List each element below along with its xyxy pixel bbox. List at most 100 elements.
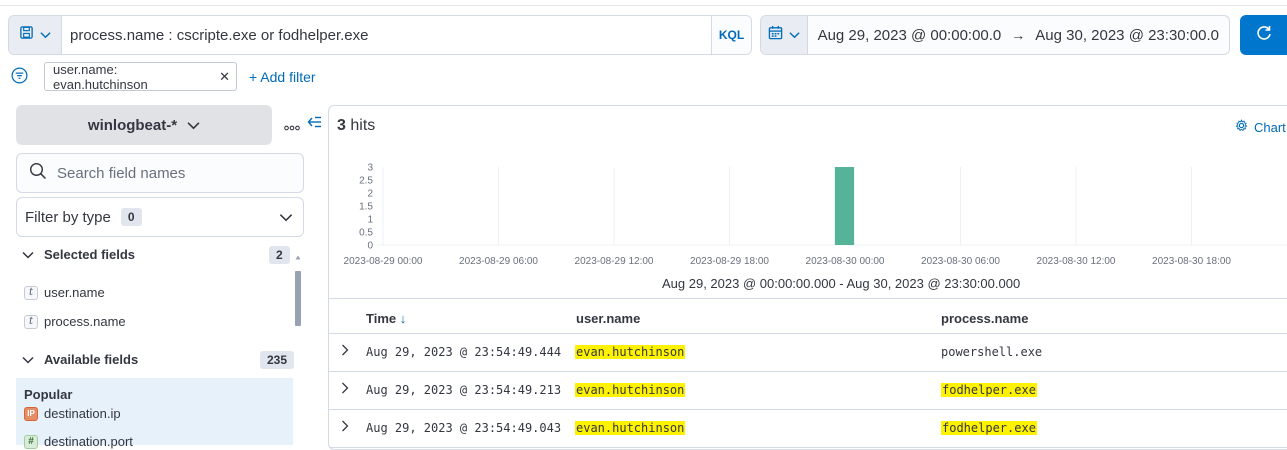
- quick-select-button[interactable]: [761, 16, 808, 54]
- query-input[interactable]: process.name : cscripte.exe or fodhelper…: [62, 16, 711, 54]
- filter-pill-user-name[interactable]: user.name: evan.hutchinson ✕: [44, 61, 237, 92]
- column-header-user-name[interactable]: user.name: [576, 311, 640, 326]
- y-tick-label: 1: [367, 215, 373, 226]
- cell-user-name: evan.hutchinson: [575, 383, 686, 397]
- cell-time: Aug 29, 2023 @ 23:54:49.444: [366, 345, 562, 359]
- x-tick-label: 2023-08-30 06:00: [921, 256, 1000, 267]
- add-filter-button[interactable]: + Add filter: [249, 69, 316, 85]
- chevron-down-icon: [279, 209, 293, 226]
- histogram-bar[interactable]: [834, 167, 855, 245]
- refresh-button[interactable]: [1240, 15, 1287, 55]
- chevron-down-icon: [789, 26, 800, 44]
- cell-user-name: evan.hutchinson: [575, 421, 686, 435]
- cell-process-name: fodhelper.exe: [941, 421, 1037, 435]
- hits-count: 3 hits: [337, 117, 375, 135]
- x-tick-label: 2023-08-29 00:00: [344, 256, 423, 267]
- table-row[interactable]: Aug 29, 2023 @ 23:54:49.444 evan.hutchin…: [329, 334, 1287, 372]
- search-placeholder: Search field names: [57, 164, 186, 182]
- available-fields-toggle[interactable]: Available fields: [22, 352, 138, 367]
- chart-bars: [834, 167, 855, 245]
- field-name: user.name: [44, 285, 105, 300]
- y-tick-label: 2: [367, 189, 373, 200]
- x-tick-label: 2023-08-29 18:00: [690, 256, 769, 267]
- refresh-icon: [1256, 25, 1272, 46]
- close-icon[interactable]: ✕: [219, 69, 230, 85]
- query-bar: process.name : cscripte.exe or fodhelper…: [8, 15, 752, 55]
- selected-field-user-name[interactable]: t user.name: [24, 285, 105, 300]
- y-tick-label: 0: [367, 241, 373, 252]
- number-type-icon: #: [24, 434, 38, 449]
- cell-time: Aug 29, 2023 @ 23:54:49.043: [366, 421, 562, 435]
- field-search-input[interactable]: Search field names: [16, 153, 304, 193]
- x-tick-label: 2023-08-30 00:00: [806, 256, 885, 267]
- filter-by-type-count: 0: [120, 208, 142, 226]
- scrollbar-thumb[interactable]: [295, 271, 301, 326]
- saved-queries-button[interactable]: [9, 16, 62, 54]
- index-pattern-label: winlogbeat-*: [87, 116, 178, 134]
- selected-fields-toggle[interactable]: Selected fields: [22, 247, 135, 262]
- hits-label: hits: [350, 117, 376, 134]
- y-tick-label: 1.5: [359, 202, 373, 213]
- filter-by-type-button[interactable]: Filter by type 0: [16, 197, 304, 237]
- string-type-icon: t: [24, 314, 38, 329]
- start-date[interactable]: Aug 29, 2023 @ 00:00:00.0: [808, 27, 1012, 44]
- filter-pill-label: user.name: evan.hutchinson: [53, 61, 148, 92]
- date-range-arrow: →: [1011, 27, 1026, 43]
- expand-row-icon[interactable]: [341, 344, 349, 359]
- chevron-down-icon: [187, 117, 200, 134]
- popular-field-destination-port[interactable]: # destination.port: [24, 434, 133, 449]
- top-border: [0, 0, 1287, 6]
- search-icon: [29, 162, 47, 184]
- calendar-icon: [768, 25, 783, 45]
- cell-user-name: evan.hutchinson: [575, 345, 686, 359]
- y-tick-label: 3: [367, 163, 373, 174]
- sidebar-scrollbar[interactable]: [295, 247, 301, 326]
- chart-options-button[interactable]: Chart: [1235, 119, 1286, 135]
- x-tick-label: 2023-08-30 12:00: [1037, 256, 1116, 267]
- string-type-icon: t: [24, 285, 38, 300]
- collapse-sidebar-icon[interactable]: [307, 115, 323, 133]
- chevron-down-icon: [22, 352, 34, 367]
- column-header-process-name[interactable]: process.name: [941, 311, 1028, 326]
- date-picker: Aug 29, 2023 @ 00:00:00.0 → Aug 30, 2023…: [760, 15, 1230, 55]
- field-name: destination.ip: [44, 406, 121, 421]
- field-name: destination.port: [44, 434, 133, 449]
- filter-by-type-label: Filter by type: [25, 208, 111, 226]
- cell-process-name: powershell.exe: [941, 345, 1043, 359]
- save-icon: [19, 25, 34, 45]
- index-pattern-selector[interactable]: winlogbeat-*: [16, 105, 272, 145]
- cell-time: Aug 29, 2023 @ 23:54:49.213: [366, 383, 562, 397]
- expand-row-icon[interactable]: [341, 420, 349, 435]
- expand-row-icon[interactable]: [341, 382, 349, 397]
- selected-field-process-name[interactable]: t process.name: [24, 314, 126, 329]
- selected-fields-count: 2: [269, 246, 290, 264]
- x-tick-label: 2023-08-30 18:00: [1152, 256, 1231, 267]
- table-row[interactable]: Aug 29, 2023 @ 23:54:49.213 evan.hutchin…: [329, 372, 1287, 410]
- chevron-down-icon: [22, 247, 34, 262]
- scroll-up-icon[interactable]: [295, 255, 301, 260]
- more-options-icon[interactable]: [284, 118, 300, 134]
- sort-arrow-icon[interactable]: ↓: [400, 311, 407, 326]
- table-row[interactable]: Aug 29, 2023 @ 23:54:49.043 evan.hutchin…: [329, 410, 1287, 448]
- available-fields-count: 235: [260, 351, 295, 369]
- x-tick-label: 2023-08-29 06:00: [459, 256, 538, 267]
- popular-field-destination-ip[interactable]: IP destination.ip: [24, 406, 121, 421]
- ip-type-icon: IP: [24, 406, 38, 421]
- y-tick-label: 0.5: [359, 228, 373, 239]
- cell-process-name: fodhelper.exe: [941, 383, 1037, 397]
- table-header: Time ↓ user.name process.name: [329, 298, 1287, 334]
- column-header-time[interactable]: Time ↓: [366, 311, 406, 326]
- chart-time-range: Aug 29, 2023 @ 00:00:00.000 - Aug 30, 20…: [662, 276, 1021, 291]
- chart-x-axis: 2023-08-29 00:00 2023-08-29 06:00 2023-08-…: [344, 256, 1232, 267]
- x-tick-label: 2023-08-29 12:00: [575, 256, 654, 267]
- chart-options-label: Chart: [1254, 119, 1286, 135]
- kql-toggle-button[interactable]: KQL: [711, 16, 751, 54]
- popular-label: Popular: [24, 387, 73, 402]
- end-date[interactable]: Aug 30, 2023 @ 23:30:00.0: [1025, 27, 1229, 44]
- histogram-chart: 32.521.510.50 2023-08-29 00:00 2023-08-29…: [344, 163, 1287, 267]
- chevron-down-icon: [40, 26, 51, 44]
- filter-menu-icon[interactable]: [11, 67, 28, 89]
- field-name: process.name: [44, 314, 126, 329]
- hits-number: 3: [337, 117, 346, 134]
- y-tick-label: 2.5: [359, 176, 373, 187]
